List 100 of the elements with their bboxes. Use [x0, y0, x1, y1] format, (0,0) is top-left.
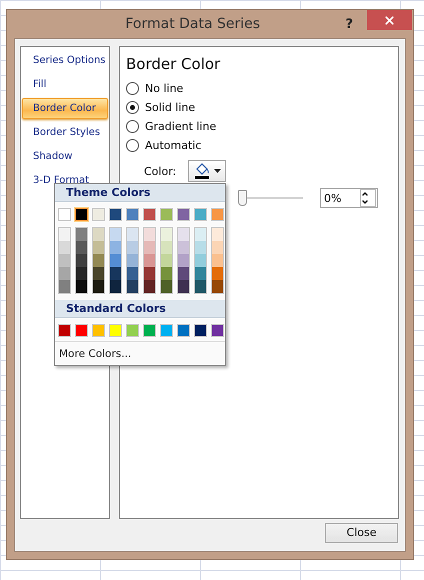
color-swatch[interactable] [178, 280, 189, 293]
color-label: Color: [144, 164, 176, 178]
color-swatch[interactable] [211, 324, 224, 337]
color-swatch[interactable] [161, 241, 172, 254]
category-item[interactable]: Shadow [22, 146, 108, 167]
close-dialog-button[interactable]: Close [325, 523, 398, 543]
color-swatch[interactable] [76, 280, 87, 293]
color-swatch[interactable] [109, 324, 122, 337]
color-swatch[interactable] [212, 267, 223, 280]
color-swatch[interactable] [92, 208, 105, 221]
color-swatch[interactable] [143, 208, 156, 221]
color-swatch[interactable] [126, 324, 139, 337]
color-swatch[interactable] [127, 280, 138, 293]
color-swatch[interactable] [212, 280, 223, 293]
close-button[interactable] [367, 10, 412, 30]
color-swatch[interactable] [195, 228, 206, 241]
color-swatch[interactable] [93, 254, 104, 267]
color-dropdown[interactable] [188, 160, 226, 182]
category-item[interactable]: Fill [22, 74, 108, 95]
color-swatch[interactable] [127, 228, 138, 241]
color-swatch[interactable] [59, 267, 70, 280]
radio-label: No line [145, 82, 184, 95]
paint-bucket-icon [194, 163, 210, 179]
color-swatch[interactable] [144, 241, 155, 254]
color-swatch[interactable] [127, 254, 138, 267]
color-swatch[interactable] [211, 208, 224, 221]
close-icon [383, 14, 396, 26]
color-swatch[interactable] [144, 280, 155, 293]
color-swatch[interactable] [76, 267, 87, 280]
color-swatch[interactable] [76, 254, 87, 267]
radio-label: Solid line [145, 101, 196, 114]
color-swatch[interactable] [92, 324, 105, 337]
caret-icon [214, 169, 221, 173]
color-swatch[interactable] [58, 208, 71, 221]
color-swatch[interactable] [195, 254, 206, 267]
color-swatch[interactable] [59, 280, 70, 293]
color-swatch[interactable] [75, 324, 88, 337]
radio-label: Automatic [145, 139, 202, 152]
color-swatch[interactable] [177, 208, 190, 221]
color-swatch[interactable] [76, 241, 87, 254]
color-swatch[interactable] [161, 254, 172, 267]
color-swatch[interactable] [76, 228, 87, 241]
transparency-field[interactable]: 0% [320, 188, 378, 208]
color-swatch[interactable] [127, 267, 138, 280]
help-button[interactable]: ? [341, 16, 357, 32]
category-item[interactable]: Border Color [22, 98, 108, 119]
color-swatch[interactable] [194, 324, 207, 337]
radio-button[interactable] [126, 82, 139, 95]
more-colors-item[interactable]: More Colors... [55, 341, 225, 365]
color-swatch[interactable] [212, 254, 223, 267]
color-swatch[interactable] [195, 267, 206, 280]
category-item[interactable]: Series Options [22, 50, 108, 71]
color-swatch[interactable] [110, 254, 121, 267]
color-swatch[interactable] [59, 254, 70, 267]
color-swatch[interactable] [110, 267, 121, 280]
color-swatch[interactable] [93, 280, 104, 293]
radio-button[interactable] [126, 120, 139, 133]
color-swatch[interactable] [59, 228, 70, 241]
color-swatch[interactable] [161, 267, 172, 280]
color-swatch[interactable] [178, 254, 189, 267]
menu-section-header: Theme Colors [55, 184, 225, 202]
color-swatch[interactable] [127, 241, 138, 254]
color-swatch[interactable] [178, 228, 189, 241]
radio-button[interactable] [126, 139, 139, 152]
color-swatch[interactable] [212, 241, 223, 254]
color-swatch[interactable] [177, 324, 190, 337]
section-heading: Border Color [126, 55, 222, 73]
color-swatch[interactable] [109, 208, 122, 221]
spin-up-icon[interactable] [361, 190, 369, 198]
color-swatch[interactable] [195, 280, 206, 293]
color-swatch[interactable] [161, 228, 172, 241]
color-swatch[interactable] [195, 241, 206, 254]
color-swatch[interactable] [144, 254, 155, 267]
color-swatch[interactable] [59, 241, 70, 254]
color-swatch[interactable] [212, 228, 223, 241]
color-swatch[interactable] [144, 267, 155, 280]
color-swatch[interactable] [144, 228, 155, 241]
color-swatch[interactable] [93, 228, 104, 241]
color-swatch[interactable] [93, 267, 104, 280]
color-swatch[interactable] [178, 241, 189, 254]
color-swatch[interactable] [93, 241, 104, 254]
radio-button[interactable] [126, 101, 139, 114]
menu-section-header: Standard Colors [55, 300, 225, 318]
radio-label: Gradient line [145, 120, 216, 133]
color-swatch[interactable] [178, 267, 189, 280]
color-swatch[interactable] [160, 208, 173, 221]
color-swatch[interactable] [194, 208, 207, 221]
window-title: Format Data Series [124, 16, 262, 32]
color-swatch[interactable] [110, 228, 121, 241]
category-item[interactable]: Border Styles [22, 122, 108, 143]
color-swatch[interactable] [110, 280, 121, 293]
color-swatch[interactable] [126, 208, 139, 221]
spin-down-icon[interactable] [361, 198, 369, 206]
color-swatch[interactable] [75, 208, 88, 221]
color-swatch[interactable] [58, 324, 71, 337]
color-swatch[interactable] [160, 324, 173, 337]
color-swatch[interactable] [110, 241, 121, 254]
color-swatch[interactable] [143, 324, 156, 337]
slider-thumb[interactable] [238, 190, 247, 206]
color-swatch[interactable] [161, 280, 172, 293]
